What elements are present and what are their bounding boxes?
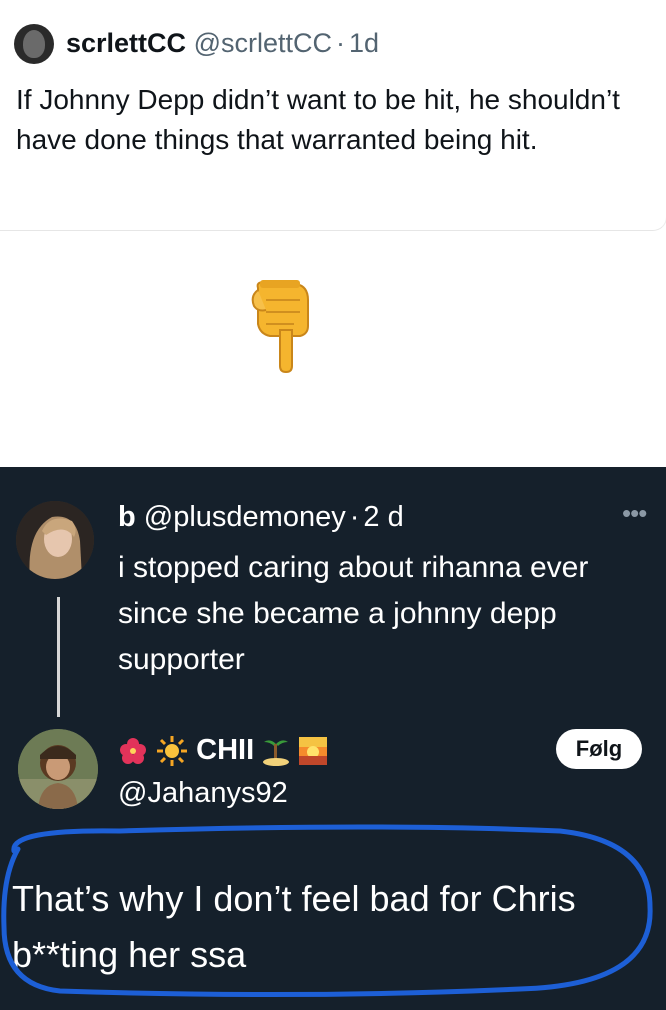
timestamp[interactable]: 1d bbox=[349, 28, 379, 58]
reply-text: That’s why I don’t feel bad for Chris b*… bbox=[12, 878, 576, 975]
separator-dot: · bbox=[335, 28, 345, 58]
user-handle[interactable]: @scrlettCC bbox=[194, 28, 332, 58]
sun-icon bbox=[157, 736, 188, 767]
pointing-down-icon bbox=[251, 280, 309, 374]
timestamp[interactable]: 2 d bbox=[363, 501, 403, 533]
user-handle[interactable]: @plusdemoney bbox=[144, 501, 346, 533]
reply-display-name[interactable]: CHII bbox=[118, 731, 328, 769]
display-name[interactable]: b bbox=[118, 501, 136, 533]
quoted-tweet-text: i stopped caring about rihanna ever sinc… bbox=[118, 551, 589, 676]
island-icon bbox=[263, 740, 290, 767]
tweet-text: If Johnny Depp didn’t want to be hit, he… bbox=[16, 84, 620, 155]
hibiscus-icon bbox=[120, 738, 146, 765]
thread-connector bbox=[57, 597, 60, 717]
avatar-icon[interactable] bbox=[18, 729, 98, 809]
display-name[interactable]: CHII bbox=[196, 734, 254, 766]
top-tweet-card[interactable]: scrlettCC @scrlettCC · 1d If Johnny Depp d… bbox=[0, 0, 666, 231]
avatar-icon[interactable] bbox=[16, 501, 94, 579]
top-tweet-header: scrlettCC @scrlettCC · 1d bbox=[66, 26, 379, 60]
more-options-icon[interactable]: ••• bbox=[622, 500, 647, 526]
sunset-icon bbox=[299, 737, 328, 766]
reply-user-handle[interactable]: @Jahanys92 bbox=[118, 775, 288, 811]
separator-dot: · bbox=[349, 501, 360, 533]
display-name[interactable]: scrlettCC bbox=[66, 28, 186, 58]
quoted-tweet-header: b @plusdemoney · 2 d bbox=[118, 499, 404, 535]
avatar-icon[interactable] bbox=[14, 24, 54, 64]
follow-button[interactable]: Følg bbox=[556, 729, 642, 769]
dark-tweet-screenshot: b @plusdemoney · 2 d ••• i stopped caring … bbox=[0, 467, 666, 1010]
